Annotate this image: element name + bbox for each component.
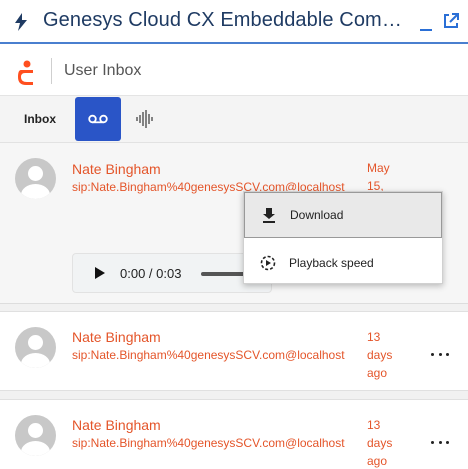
audio-waveform-icon — [136, 110, 153, 128]
message-date: 13 days ago — [367, 330, 393, 380]
avatar — [15, 327, 56, 368]
app-title: Genesys Cloud CX Embeddable Components — [43, 9, 405, 31]
contact-name: Nate Bingham — [72, 417, 161, 433]
inbox-tabs: Inbox — [0, 96, 468, 143]
genesys-logo-icon — [18, 60, 33, 85]
menu-item-download[interactable]: Download — [244, 192, 442, 238]
avatar — [15, 158, 56, 199]
more-options-icon[interactable] — [431, 350, 449, 358]
play-icon[interactable] — [95, 267, 105, 279]
more-options-icon[interactable] — [431, 438, 449, 446]
context-menu: Download Playback speed — [243, 191, 443, 284]
menu-item-label: Download — [290, 208, 344, 222]
bolt-icon — [15, 13, 27, 31]
contact-name: Nate Bingham — [72, 329, 161, 345]
minimize-icon[interactable] — [419, 18, 433, 32]
list-item[interactable]: Nate Bingham sip:Nate.Bingham%40genesysS… — [0, 399, 468, 469]
menu-item-label: Playback speed — [289, 256, 374, 270]
voicemail-icon — [88, 114, 108, 124]
message-date: May 15, — [367, 161, 390, 193]
playback-time: 0:00 / 0:03 — [120, 266, 182, 281]
contact-name: Nate Bingham — [72, 161, 161, 177]
page-title: User Inbox — [64, 62, 142, 79]
tab-inbox[interactable]: Inbox — [12, 96, 68, 142]
header-divider — [51, 58, 52, 84]
audio-player[interactable]: 0:00 / 0:03 — [72, 253, 272, 293]
contact-address: sip:Nate.Bingham%40genesysSCV.com@localh… — [72, 348, 345, 362]
contact-address: sip:Nate.Bingham%40genesysSCV.com@localh… — [72, 436, 345, 450]
external-link-icon[interactable] — [443, 13, 459, 29]
playback-speed-icon — [260, 255, 276, 271]
list-item[interactable]: Nate Bingham sip:Nate.Bingham%40genesysS… — [0, 311, 468, 391]
menu-item-playback-speed[interactable]: Playback speed — [244, 240, 442, 286]
tab-recordings[interactable] — [128, 97, 162, 141]
tab-voicemail[interactable] — [75, 97, 121, 141]
inbox-header: User Inbox — [0, 46, 468, 96]
window-titlebar: Genesys Cloud CX Embeddable Components — [0, 0, 468, 44]
message-date: 13 days ago — [367, 418, 393, 468]
download-icon — [263, 208, 275, 223]
avatar — [15, 415, 56, 456]
